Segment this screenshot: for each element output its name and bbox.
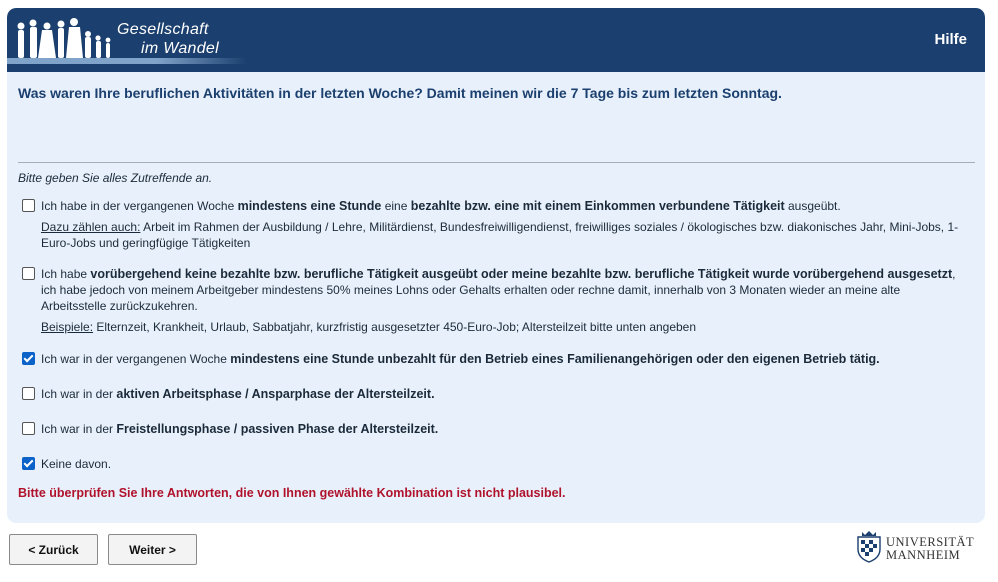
option-passive-partial-retirement[interactable]: Ich war in der Freistellungsphase / pass… — [22, 421, 962, 437]
option-label: Ich habe in der vergangenen Woche mindes… — [41, 199, 841, 213]
checkbox-family-business[interactable] — [22, 352, 35, 365]
option-label: Keine davon. — [41, 457, 112, 471]
option-temporarily-absent[interactable]: Ich habe vorübergehend keine bezahlte bz… — [22, 266, 962, 335]
checkbox-temporarily-absent[interactable] — [22, 267, 35, 280]
help-link[interactable]: Hilfe — [934, 31, 967, 48]
option-paid-work[interactable]: Ich habe in der vergangenen Woche mindes… — [22, 198, 962, 251]
checkbox-none[interactable] — [22, 457, 35, 470]
checkbox-active-partial-retirement[interactable] — [22, 387, 35, 400]
checkbox-paid-work[interactable] — [22, 199, 35, 212]
university-logo: UNIVERSITÄT MANNHEIM — [854, 527, 988, 567]
header-bar: Gesellschaft im Wandel Hilfe — [7, 8, 985, 72]
option-label: Ich habe vorübergehend keine bezahlte bz… — [41, 267, 956, 313]
option-note: Dazu zählen auch: Arbeit im Rahmen der A… — [41, 220, 959, 250]
university-name: UNIVERSITÄT MANNHEIM — [886, 535, 975, 562]
divider — [18, 162, 975, 163]
instruction-text: Bitte geben Sie alles Zutreffende an. — [18, 171, 213, 185]
error-message: Bitte überprüfen Sie Ihre Antworten, die… — [18, 486, 566, 500]
survey-card: Gesellschaft im Wandel Hilfe Was waren I… — [7, 8, 985, 523]
next-button[interactable]: Weiter > — [108, 534, 197, 565]
option-none[interactable]: Keine davon. — [22, 456, 962, 472]
question-text: Was waren Ihre beruflichen Aktivitäten i… — [18, 85, 782, 101]
option-label: Ich war in der vergangenen Woche mindest… — [41, 352, 880, 366]
option-label: Ich war in der aktiven Arbeitsphase / An… — [41, 387, 435, 401]
back-button[interactable]: < Zurück — [9, 534, 98, 565]
option-family-business[interactable]: Ich war in der vergangenen Woche mindest… — [22, 351, 962, 367]
university-crest-icon — [857, 531, 881, 563]
logo-title: Gesellschaft im Wandel — [117, 20, 219, 58]
logo-line-1: Gesellschaft — [117, 21, 209, 38]
option-label: Ich war in der Freistellungsphase / pass… — [41, 422, 439, 436]
option-active-partial-retirement[interactable]: Ich war in der aktiven Arbeitsphase / An… — [22, 386, 962, 402]
logo-line-2: im Wandel — [141, 40, 219, 57]
checkbox-passive-partial-retirement[interactable] — [22, 422, 35, 435]
option-note: Beispiele: Elternzeit, Krankheit, Urlaub… — [41, 320, 697, 334]
